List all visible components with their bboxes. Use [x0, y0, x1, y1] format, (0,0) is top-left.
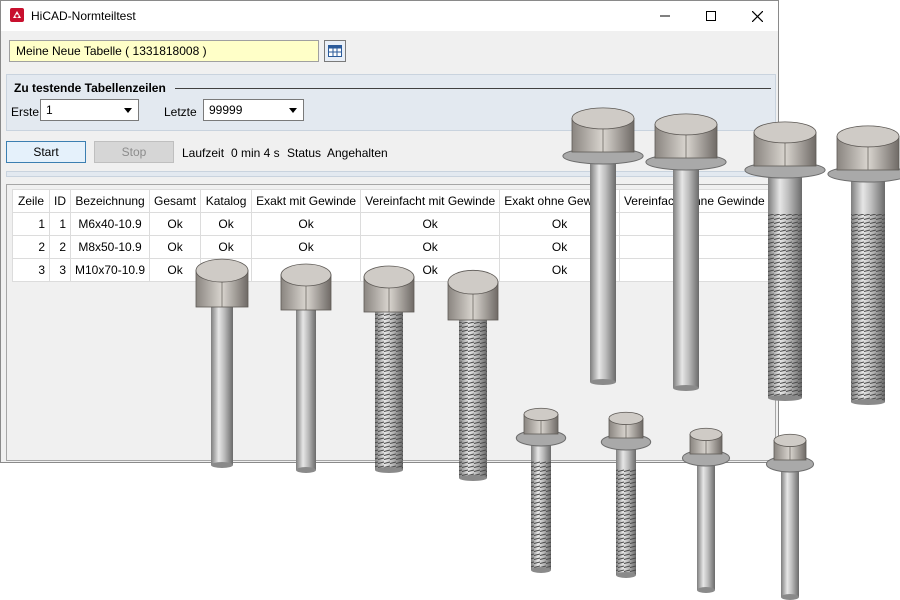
- screw-rendering: [765, 433, 815, 600]
- screw-rendering: [562, 107, 644, 385]
- screw-rendering: [645, 113, 727, 391]
- screw-rendering: [827, 125, 900, 405]
- screw-renderings: [195, 107, 900, 600]
- screw-rendering: [744, 121, 826, 401]
- screw-rendering: [447, 269, 499, 481]
- screw-rendering: [363, 265, 415, 473]
- screw-rendering: [195, 258, 249, 468]
- screw-rendering: [681, 427, 731, 593]
- screw-rendering: [600, 411, 652, 578]
- screw-rendering: [515, 407, 567, 573]
- screw-rendering: [280, 263, 332, 473]
